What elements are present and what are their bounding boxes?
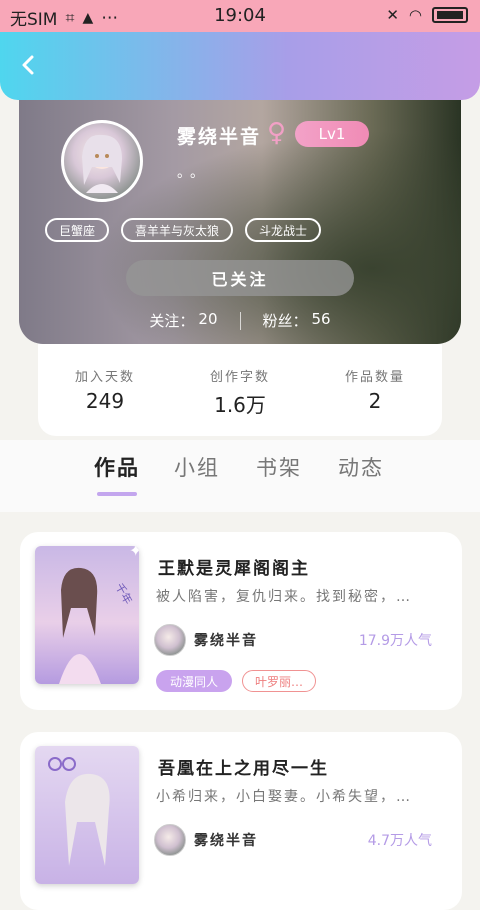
work-cover-image[interactable]: 千年 ✦ <box>35 546 139 684</box>
stat-value: 249 <box>85 389 125 413</box>
author-avatar[interactable] <box>154 824 186 856</box>
followed-button[interactable]: 已关注 <box>126 260 354 296</box>
profile-bio: 。。 <box>177 165 210 181</box>
profile-card: 雾绕半音 ♀ Lv1 。。 巨蟹座 喜羊羊与灰太狼 斗龙战士 已关注 关注： 2… <box>19 92 461 344</box>
stat-word-count: 创作字数 1.6万 <box>173 366 307 418</box>
work-title[interactable]: 吾凰在上之用尽一生 <box>158 754 329 779</box>
tab-groups[interactable]: 小组 <box>174 452 220 482</box>
work-description: 被人陷害，复仇归来。找到秘密，… <box>156 589 412 605</box>
stats-panel: 加入天数 249 创作字数 1.6万 作品数量 2 <box>38 330 442 436</box>
female-gender-icon: ♀ <box>267 118 287 148</box>
profile-tag[interactable]: 巨蟹座 <box>45 218 110 242</box>
work-title[interactable]: 王默是灵犀阁阁主 <box>158 554 310 579</box>
fans-stat[interactable]: 粉丝： 56 <box>263 310 331 331</box>
work-card[interactable]: 千年 ✦ 王默是灵犀阁阁主 被人陷害，复仇归来。找到秘密，… 雾绕半音 17.9… <box>20 532 462 710</box>
stat-divider <box>239 311 241 330</box>
author-avatar[interactable] <box>154 624 186 656</box>
user-avatar[interactable] <box>61 120 143 202</box>
author-name[interactable]: 雾绕半音 <box>194 830 258 850</box>
tab-bookshelf[interactable]: 书架 <box>256 452 302 482</box>
svg-text:✦: ✦ <box>129 546 139 560</box>
status-bar: 无SIM ⌗ ▲ ⋯ 19:04 ✕ ◠ <box>0 0 480 32</box>
level-badge: Lv1 <box>295 121 369 147</box>
following-stat[interactable]: 关注： 20 <box>149 310 217 331</box>
stat-join-days: 加入天数 249 <box>38 366 172 413</box>
cover-illustration: 千年 ✦ <box>35 546 139 684</box>
category-badge[interactable]: 动漫同人 <box>156 670 233 692</box>
following-label: 关注： <box>149 312 195 330</box>
work-description: 小希归来，小白娶妻。小希失望，… <box>156 789 412 805</box>
back-arrow-icon[interactable] <box>18 54 40 76</box>
following-count: 20 <box>198 310 218 328</box>
topic-badge[interactable]: 叶罗丽… <box>242 670 317 692</box>
stat-label: 加入天数 <box>74 370 135 385</box>
author-name[interactable]: 雾绕半音 <box>194 630 258 650</box>
tab-activity[interactable]: 动态 <box>338 452 384 482</box>
cover-illustration <box>35 746 139 884</box>
fans-label: 粉丝： <box>262 312 308 330</box>
profile-username: 雾绕半音 <box>177 126 262 148</box>
stat-works-count: 作品数量 2 <box>308 366 442 413</box>
profile-tag[interactable]: 喜羊羊与灰太狼 <box>121 218 234 242</box>
tab-works[interactable]: 作品 <box>94 452 140 482</box>
stat-value: 2 <box>368 389 382 413</box>
work-cover-image[interactable] <box>35 746 139 884</box>
stat-label: 创作字数 <box>209 370 270 385</box>
popularity-count: 17.9万人气 <box>358 633 432 649</box>
stat-value: 1.6万 <box>214 393 266 417</box>
mute-icon: ✕ <box>386 6 399 24</box>
popularity-count: 4.7万人气 <box>367 833 432 849</box>
wifi-icon: ◠ <box>408 6 422 24</box>
battery-icon <box>432 7 468 23</box>
work-card[interactable]: 吾凰在上之用尽一生 小希归来，小白娶妻。小希失望，… 雾绕半音 4.7万人气 <box>20 732 462 910</box>
profile-tags: 巨蟹座 喜羊羊与灰太狼 斗龙战士 <box>45 218 322 242</box>
tab-bar <box>0 440 480 512</box>
fans-count: 56 <box>311 310 331 328</box>
header-bar <box>0 32 480 100</box>
avatar-illustration <box>82 134 122 193</box>
active-tab-indicator <box>97 492 137 496</box>
stat-label: 作品数量 <box>344 370 405 385</box>
follow-stats: 关注： 20 粉丝： 56 <box>19 310 461 331</box>
profile-tag[interactable]: 斗龙战士 <box>245 218 322 242</box>
